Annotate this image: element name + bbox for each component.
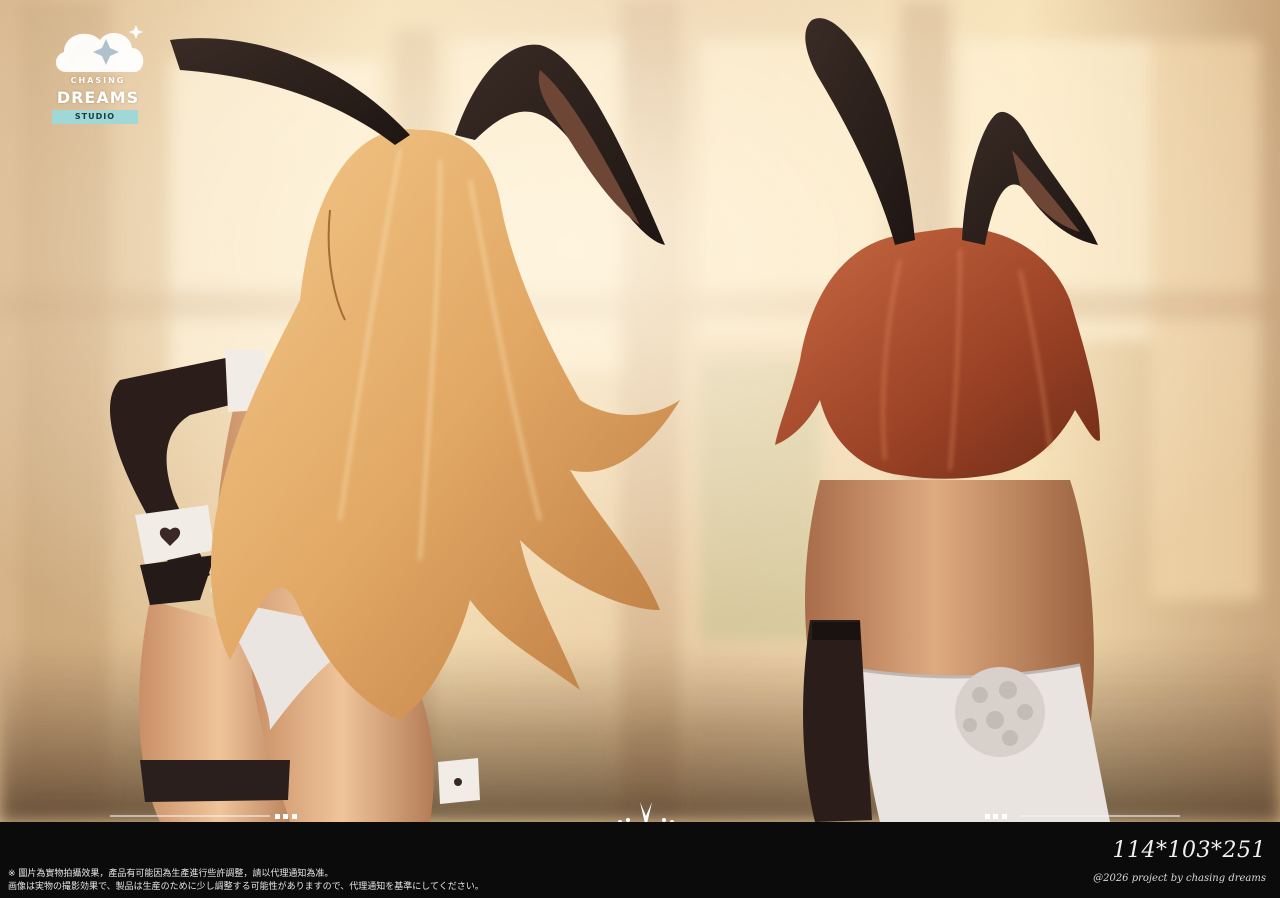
logo-text-chasing: CHASING xyxy=(70,76,126,85)
cloud-star-icon xyxy=(55,25,144,72)
photo-illustration xyxy=(0,0,1280,822)
studio-logo: CHASING DREAMS STUDIO xyxy=(44,18,152,128)
product-photo: CHASING DREAMS STUDIO xyxy=(0,0,1280,822)
copyright-text: @2026 project by chasing dreams xyxy=(1093,873,1266,884)
product-dimensions: 114*103*251 xyxy=(1112,838,1266,863)
notice-japanese: 画像は実物の撮影効果で、製品は生産のために少し調整する可能性がありますので、代理… xyxy=(8,882,484,892)
logo-text-studio: STUDIO xyxy=(52,110,138,124)
logo-text-dreams: DREAMS xyxy=(56,88,140,107)
notice-chinese: ※ 圖片為實物拍攝效果，產品有可能因為生產進行些許調整，請以代理通知為准。 xyxy=(8,869,334,879)
footer-bar: ※ 圖片為實物拍攝效果，產品有可能因為生產進行些許調整，請以代理通知為准。 画像… xyxy=(0,822,1280,898)
